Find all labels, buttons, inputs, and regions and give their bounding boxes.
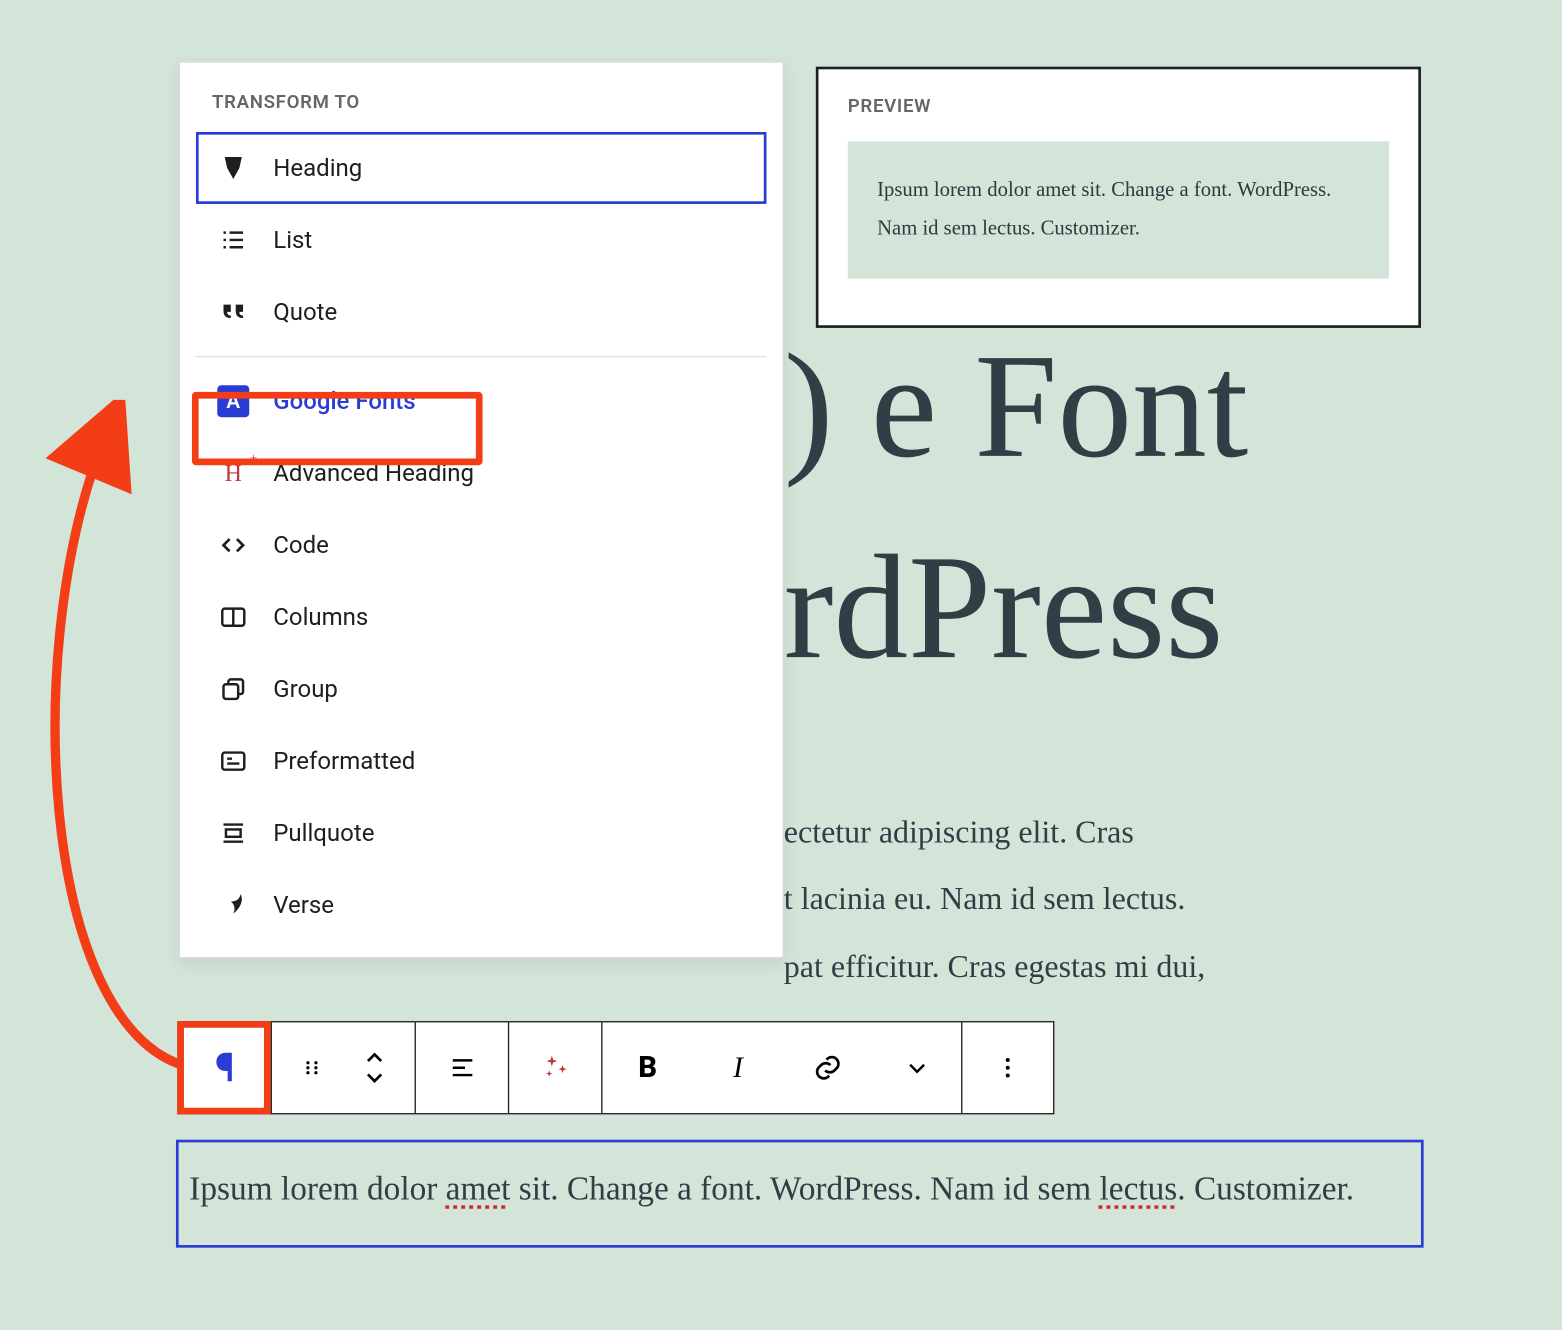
code-icon: [217, 529, 249, 561]
toolbar-more-inline-button[interactable]: [873, 1056, 961, 1080]
list-icon: [217, 224, 249, 256]
columns-icon: [217, 601, 249, 633]
transform-item-label: Google Fonts: [273, 387, 415, 415]
transform-item-label: Verse: [273, 891, 334, 919]
bold-icon: B: [638, 1051, 657, 1084]
transform-item-columns[interactable]: Columns: [196, 581, 767, 653]
transform-item-advanced-heading[interactable]: H+ Advanced Heading: [196, 437, 767, 509]
preview-title: PREVIEW: [848, 96, 1389, 117]
preview-panel: PREVIEW Ipsum lorem dolor amet sit. Chan…: [816, 67, 1421, 328]
drag-icon: [300, 1056, 324, 1080]
transform-item-code[interactable]: Code: [196, 509, 767, 581]
advanced-heading-icon: H+: [217, 457, 249, 489]
paragraph-text: sit. Change a font. WordPress. Nam id se…: [510, 1172, 1099, 1208]
transform-item-heading[interactable]: Heading: [196, 132, 767, 204]
transform-item-label: Quote: [273, 298, 337, 326]
transform-item-label: List: [273, 226, 312, 254]
block-toolbar: ¶ B I: [177, 1021, 1054, 1114]
pullquote-icon: [217, 817, 249, 849]
toolbar-link-button[interactable]: [783, 1052, 873, 1084]
toolbar-drag-handle[interactable]: [280, 1056, 343, 1080]
toolbar-bold-button[interactable]: B: [603, 1051, 693, 1084]
toolbar-align-button[interactable]: [416, 1022, 509, 1113]
paragraph-icon: ¶: [215, 1044, 235, 1091]
preview-body: Ipsum lorem dolor amet sit. Change a fon…: [848, 141, 1389, 278]
transform-item-label: Columns: [273, 603, 368, 631]
transform-item-label: Code: [273, 531, 329, 559]
transform-item-label: Group: [273, 675, 338, 703]
transform-item-preformatted[interactable]: Preformatted: [196, 725, 767, 797]
move-up-down-icon: [364, 1050, 385, 1085]
selected-paragraph-block[interactable]: Ipsum lorem dolor amet sit. Change a fon…: [176, 1140, 1424, 1248]
transform-item-quote[interactable]: Quote: [196, 276, 767, 348]
link-icon: [812, 1052, 844, 1084]
quote-icon: [217, 296, 249, 328]
transform-item-label: Preformatted: [273, 747, 415, 775]
toolbar-options-button[interactable]: [962, 1022, 1053, 1113]
transform-divider: [196, 356, 767, 357]
transform-item-label: Pullquote: [273, 819, 374, 847]
paragraph-text: Ipsum lorem dolor: [189, 1172, 445, 1208]
transform-title: TRANSFORM TO: [180, 63, 783, 132]
sparkles-icon: [539, 1052, 571, 1084]
heading-icon: [217, 152, 249, 184]
align-left-icon: [447, 1053, 476, 1082]
chevron-down-icon: [905, 1056, 929, 1080]
spellcheck-word: lectus: [1100, 1172, 1178, 1208]
group-icon: [217, 673, 249, 705]
transform-item-list[interactable]: List: [196, 204, 767, 276]
transform-item-google-fonts[interactable]: A Google Fonts: [196, 365, 767, 437]
page-body-partial: ectetur adipiscing elit. Cras t lacinia …: [784, 800, 1411, 1002]
verse-icon: [217, 889, 249, 921]
transform-item-label: Heading: [273, 154, 362, 182]
toolbar-italic-button[interactable]: I: [693, 1050, 783, 1085]
more-vertical-icon: [994, 1054, 1021, 1081]
toolbar-move-buttons[interactable]: [343, 1050, 406, 1085]
toolbar-ai-button[interactable]: [509, 1022, 602, 1113]
spellcheck-word: amet: [446, 1172, 511, 1208]
transform-item-pullquote[interactable]: Pullquote: [196, 797, 767, 869]
italic-icon: I: [733, 1050, 743, 1085]
page-heading-partial: ) e Font rdPress: [784, 307, 1248, 710]
transform-item-verse[interactable]: Verse: [196, 869, 767, 941]
paragraph-text: . Customizer.: [1177, 1172, 1354, 1208]
toolbar-block-type-button[interactable]: ¶: [179, 1022, 272, 1113]
preformatted-icon: [217, 745, 249, 777]
transform-popover: TRANSFORM TO Heading List Quote: [179, 61, 784, 958]
google-fonts-icon: A: [217, 385, 249, 417]
transform-item-group[interactable]: Group: [196, 653, 767, 725]
transform-item-label: Advanced Heading: [273, 459, 474, 487]
